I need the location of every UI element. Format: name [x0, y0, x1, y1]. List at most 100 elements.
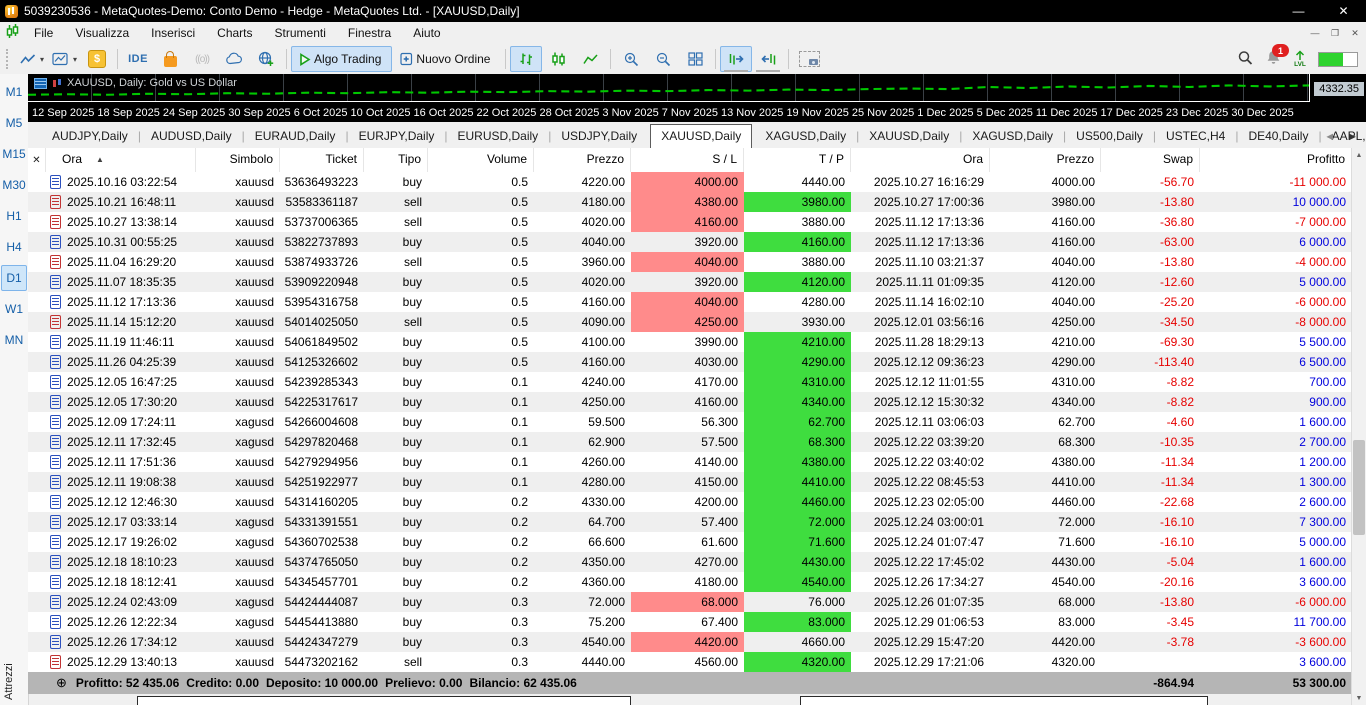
- ide-button[interactable]: IDE: [122, 46, 154, 72]
- levels-button[interactable]: LVL: [1294, 50, 1306, 69]
- timeframe-w1[interactable]: W1: [1, 296, 27, 322]
- table-row[interactable]: 2025.11.19 11:46:11 xauusd 54061849502 buy 0…: [28, 332, 1352, 352]
- timeframe-h4[interactable]: H4: [1, 234, 27, 260]
- candle-chart-type-button[interactable]: [542, 46, 574, 72]
- chart-line-dropdown-button[interactable]: ▾: [16, 46, 48, 72]
- column-header-volume[interactable]: Volume: [428, 148, 534, 172]
- table-row[interactable]: 2025.11.14 15:12:20 xauusd 54014025050 sell…: [28, 312, 1352, 332]
- table-row[interactable]: 2025.12.17 03:33:14 xagusd 54331391551 buy 0…: [28, 512, 1352, 532]
- menu-finestra[interactable]: Finestra: [337, 23, 402, 43]
- column-header-simbolo[interactable]: Simbolo: [196, 148, 280, 172]
- table-row[interactable]: 2025.11.07 18:35:35 xauusd 53909220948 buy 0…: [28, 272, 1352, 292]
- table-row[interactable]: 2025.11.26 04:25:39 xauusd 54125326602 buy 0…: [28, 352, 1352, 372]
- table-row[interactable]: 2025.12.18 18:10:23 xauusd 54374765050 buy 0…: [28, 552, 1352, 572]
- table-row[interactable]: 2025.11.12 17:13:36 xauusd 53954316758 buy 0…: [28, 292, 1352, 312]
- table-row[interactable]: 2025.12.24 02:43:09 xagusd 54424444087 buy 0…: [28, 592, 1352, 612]
- column-header-tipo[interactable]: Tipo: [364, 148, 428, 172]
- timeframe-mn[interactable]: MN: [1, 327, 27, 353]
- minimize-button[interactable]: —: [1276, 0, 1321, 22]
- table-row[interactable]: 2025.12.17 19:26:02 xagusd 54360702538 buy 0…: [28, 532, 1352, 552]
- column-header-ora[interactable]: Ora ▲: [46, 148, 196, 172]
- close-button[interactable]: ✕: [1321, 0, 1366, 22]
- shift-chart-end-button[interactable]: [720, 46, 753, 72]
- column-header-ticket[interactable]: Ticket: [280, 148, 364, 172]
- tile-windows-button[interactable]: [679, 46, 711, 72]
- tab-xagusd-daily[interactable]: XAGUSD,Daily: [962, 125, 1063, 148]
- bar-chart-type-button[interactable]: [510, 46, 543, 72]
- column-header-profitto[interactable]: Profitto: [1200, 148, 1352, 172]
- timeframe-d1[interactable]: D1: [1, 265, 27, 291]
- tab-audusd-daily[interactable]: AUDUSD,Daily: [141, 125, 242, 148]
- menu-file[interactable]: File: [23, 23, 64, 43]
- auto-scroll-button[interactable]: [752, 46, 784, 72]
- table-row[interactable]: 2025.11.04 16:29:20 xauusd 53874933726 sell…: [28, 252, 1352, 272]
- algo-trading-button[interactable]: Algo Trading: [291, 46, 393, 72]
- mdi-restore-button[interactable]: ❐: [1328, 28, 1342, 39]
- table-row[interactable]: 2025.10.21 16:48:11 xauusd 53583361187 sell…: [28, 192, 1352, 212]
- scroll-down-button[interactable]: ▼: [1352, 691, 1366, 705]
- column-header-prezzo[interactable]: Prezzo: [534, 148, 631, 172]
- vps-cloud-button[interactable]: [218, 46, 250, 72]
- tab-xauusd-daily[interactable]: XAUUSD,Daily: [859, 125, 959, 148]
- table-row[interactable]: 2025.12.18 18:12:41 xauusd 54345457701 buy 0…: [28, 572, 1352, 592]
- tab-usdjpy-daily[interactable]: USDJPY,Daily: [551, 125, 647, 148]
- column-header-t-p[interactable]: T / P: [744, 148, 851, 172]
- market-button[interactable]: [154, 46, 186, 72]
- chart-profile-dropdown-button[interactable]: ▾: [48, 46, 81, 72]
- column-header-swap[interactable]: Swap: [1101, 148, 1200, 172]
- chart-strip[interactable]: XAUUSD, Daily: Gold vs US Dollar 4332.35…: [28, 74, 1366, 122]
- zoom-out-button[interactable]: [647, 46, 679, 72]
- tabs-next-button[interactable]: ►: [1347, 131, 1358, 143]
- table-row[interactable]: 2025.12.29 13:40:13 xauusd 54473202162 sell…: [28, 652, 1352, 672]
- mdi-minimize-button[interactable]: —: [1308, 28, 1322, 38]
- tab-xauusd-daily[interactable]: XAUUSD,Daily: [650, 124, 753, 149]
- table-row[interactable]: 2025.12.11 19:08:38 xauusd 54251922977 buy 0…: [28, 472, 1352, 492]
- table-row[interactable]: 2025.12.09 17:24:11 xagusd 54266004608 buy 0…: [28, 412, 1352, 432]
- column-header-ora[interactable]: Ora: [851, 148, 990, 172]
- new-order-button[interactable]: Nuovo Ordine: [392, 46, 501, 72]
- table-row[interactable]: 2025.12.12 12:46:30 xauusd 54314160205 buy 0…: [28, 492, 1352, 512]
- tab-eurjpy-daily[interactable]: EURJPY,Daily: [349, 125, 445, 148]
- table-row[interactable]: 2025.12.11 17:32:45 xagusd 54297820468 buy 0…: [28, 432, 1352, 452]
- table-row[interactable]: 2025.12.11 17:51:36 xauusd 54279294956 buy 0…: [28, 452, 1352, 472]
- tab-us500-daily[interactable]: US500,Daily: [1066, 125, 1153, 148]
- menu-inserisci[interactable]: Inserisci: [140, 23, 206, 43]
- search-button[interactable]: [1237, 50, 1253, 69]
- screenshot-button[interactable]: [793, 46, 825, 72]
- notifications-button[interactable]: 1: [1265, 44, 1289, 69]
- line-chart-type-button[interactable]: [574, 46, 606, 72]
- tab-xagusd-daily[interactable]: XAGUSD,Daily: [755, 125, 856, 148]
- zoom-in-button[interactable]: [615, 46, 647, 72]
- tabs-prev-button[interactable]: ◄: [1324, 131, 1335, 143]
- close-panel-button[interactable]: ✕: [28, 148, 46, 172]
- menu-aiuto[interactable]: Aiuto: [402, 23, 451, 43]
- timeframe-h1[interactable]: H1: [1, 203, 27, 229]
- toolbox-tab[interactable]: Attrezzi: [3, 638, 15, 700]
- table-row[interactable]: 2025.12.26 12:22:34 xagusd 54454413880 buy 0…: [28, 612, 1352, 632]
- column-header-prezzo[interactable]: Prezzo: [990, 148, 1101, 172]
- table-row[interactable]: 2025.10.27 13:38:14 xauusd 53737006365 sell…: [28, 212, 1352, 232]
- toolbar-grip[interactable]: [6, 49, 13, 69]
- tab-de40-daily[interactable]: DE40,Daily: [1238, 125, 1318, 148]
- table-row[interactable]: 2025.10.16 03:22:54 xauusd 53636493223 buy 0…: [28, 172, 1352, 192]
- tab-euraud-daily[interactable]: EURAUD,Daily: [245, 125, 346, 148]
- column-header-s-l[interactable]: S / L: [631, 148, 744, 172]
- signals-button[interactable]: ((o)): [186, 46, 218, 72]
- timeframe-m30[interactable]: M30: [1, 172, 27, 198]
- table-row[interactable]: 2025.12.05 16:47:25 xauusd 54239285343 buy 0…: [28, 372, 1352, 392]
- community-button[interactable]: [250, 46, 282, 72]
- tab-ustec-h4[interactable]: USTEC,H4: [1156, 125, 1235, 148]
- table-row[interactable]: 2025.10.31 00:55:25 xauusd 53822737893 buy 0…: [28, 232, 1352, 252]
- scrollbar-thumb[interactable]: [1353, 440, 1365, 535]
- tab-audjpy-daily[interactable]: AUDJPY,Daily: [42, 125, 138, 148]
- menu-visualizza[interactable]: Visualizza: [64, 23, 140, 43]
- menu-charts[interactable]: Charts: [206, 23, 263, 43]
- vertical-scrollbar[interactable]: ▲ ▼: [1351, 148, 1366, 705]
- table-row[interactable]: 2025.12.05 17:30:20 xauusd 54225317617 buy 0…: [28, 392, 1352, 412]
- menu-strumenti[interactable]: Strumenti: [264, 23, 337, 43]
- timeframe-m1[interactable]: M1: [1, 79, 27, 105]
- quotes-button[interactable]: $: [81, 46, 113, 72]
- timeframe-m5[interactable]: M5: [1, 110, 27, 136]
- mdi-close-button[interactable]: ✕: [1348, 28, 1362, 39]
- timeframe-m15[interactable]: M15: [1, 141, 27, 167]
